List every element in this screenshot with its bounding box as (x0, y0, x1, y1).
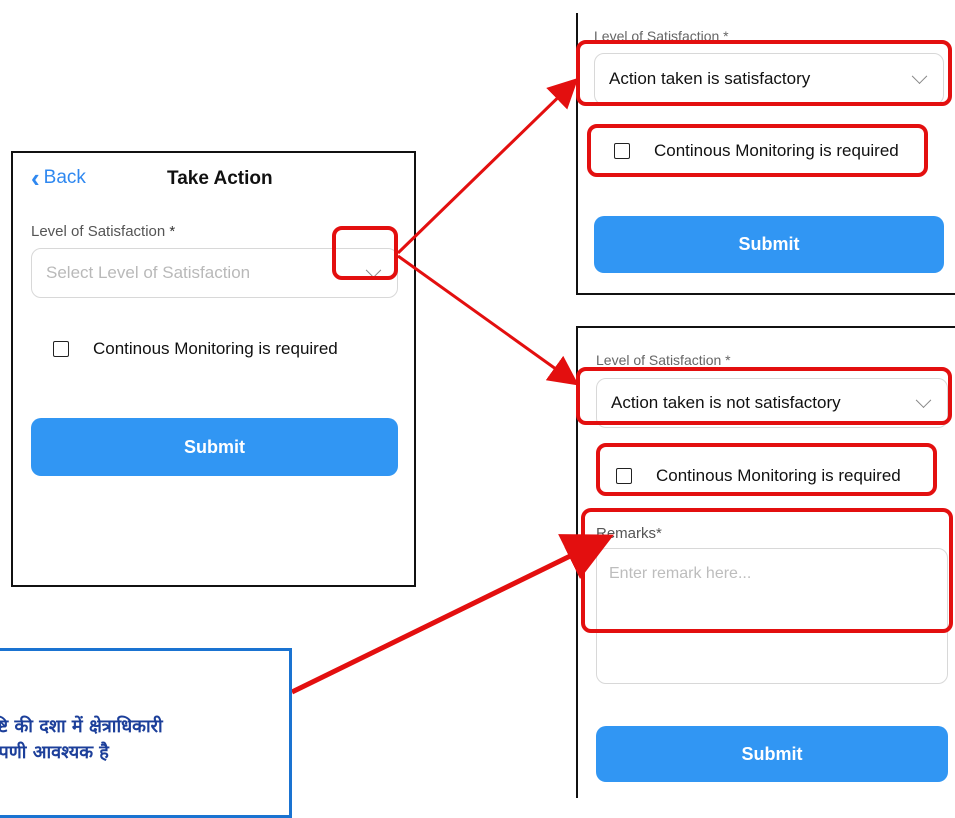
satisfaction-label: Level of Satisfaction * (31, 223, 175, 240)
arrow-to-satisfactory (396, 77, 579, 255)
submit-button[interactable]: Submit (31, 418, 398, 476)
page-title: Take Action (167, 168, 273, 189)
satisfactory-checkbox-highlight (587, 124, 928, 177)
satisfaction-label-text: Level of Satisfaction (31, 223, 166, 240)
note-line-1: ष्टि की दशा में क्षेत्राधिकारी (0, 716, 163, 737)
monitoring-checkbox-row[interactable]: Continous Monitoring is required (53, 339, 338, 359)
not-satisfactory-select-highlight (576, 367, 952, 425)
select-placeholder: Select Level of Satisfaction (46, 263, 251, 282)
dropdown-chevron-highlight (332, 226, 398, 280)
monitoring-checkbox[interactable] (53, 341, 69, 357)
required-mark: * (169, 223, 176, 240)
submit-button[interactable]: Submit (596, 726, 948, 782)
back-button[interactable]: ‹ Back (31, 163, 86, 193)
submit-button[interactable]: Submit (594, 216, 944, 273)
remarks-highlight (581, 508, 953, 633)
satisfactory-select-highlight (576, 40, 952, 106)
note-line-2: प्पणी आवश्यक है (0, 742, 109, 763)
back-label: Back (43, 167, 86, 188)
satisfaction-label: Level of Satisfaction * (596, 352, 731, 368)
monitoring-checkbox-label: Continous Monitoring is required (93, 339, 338, 358)
note-box: ष्टि की दशा में क्षेत्राधिकारी प्पणी आवश… (0, 648, 292, 818)
not-satisfactory-checkbox-highlight (596, 443, 937, 496)
chevron-left-icon: ‹ (31, 163, 40, 193)
take-action-screen: ‹ Back Take Action Level of Satisfaction… (11, 151, 416, 587)
arrow-to-not-satisfactory (397, 254, 579, 386)
note-text: ष्टि की दशा में क्षेत्राधिकारी प्पणी आवश… (0, 714, 163, 766)
